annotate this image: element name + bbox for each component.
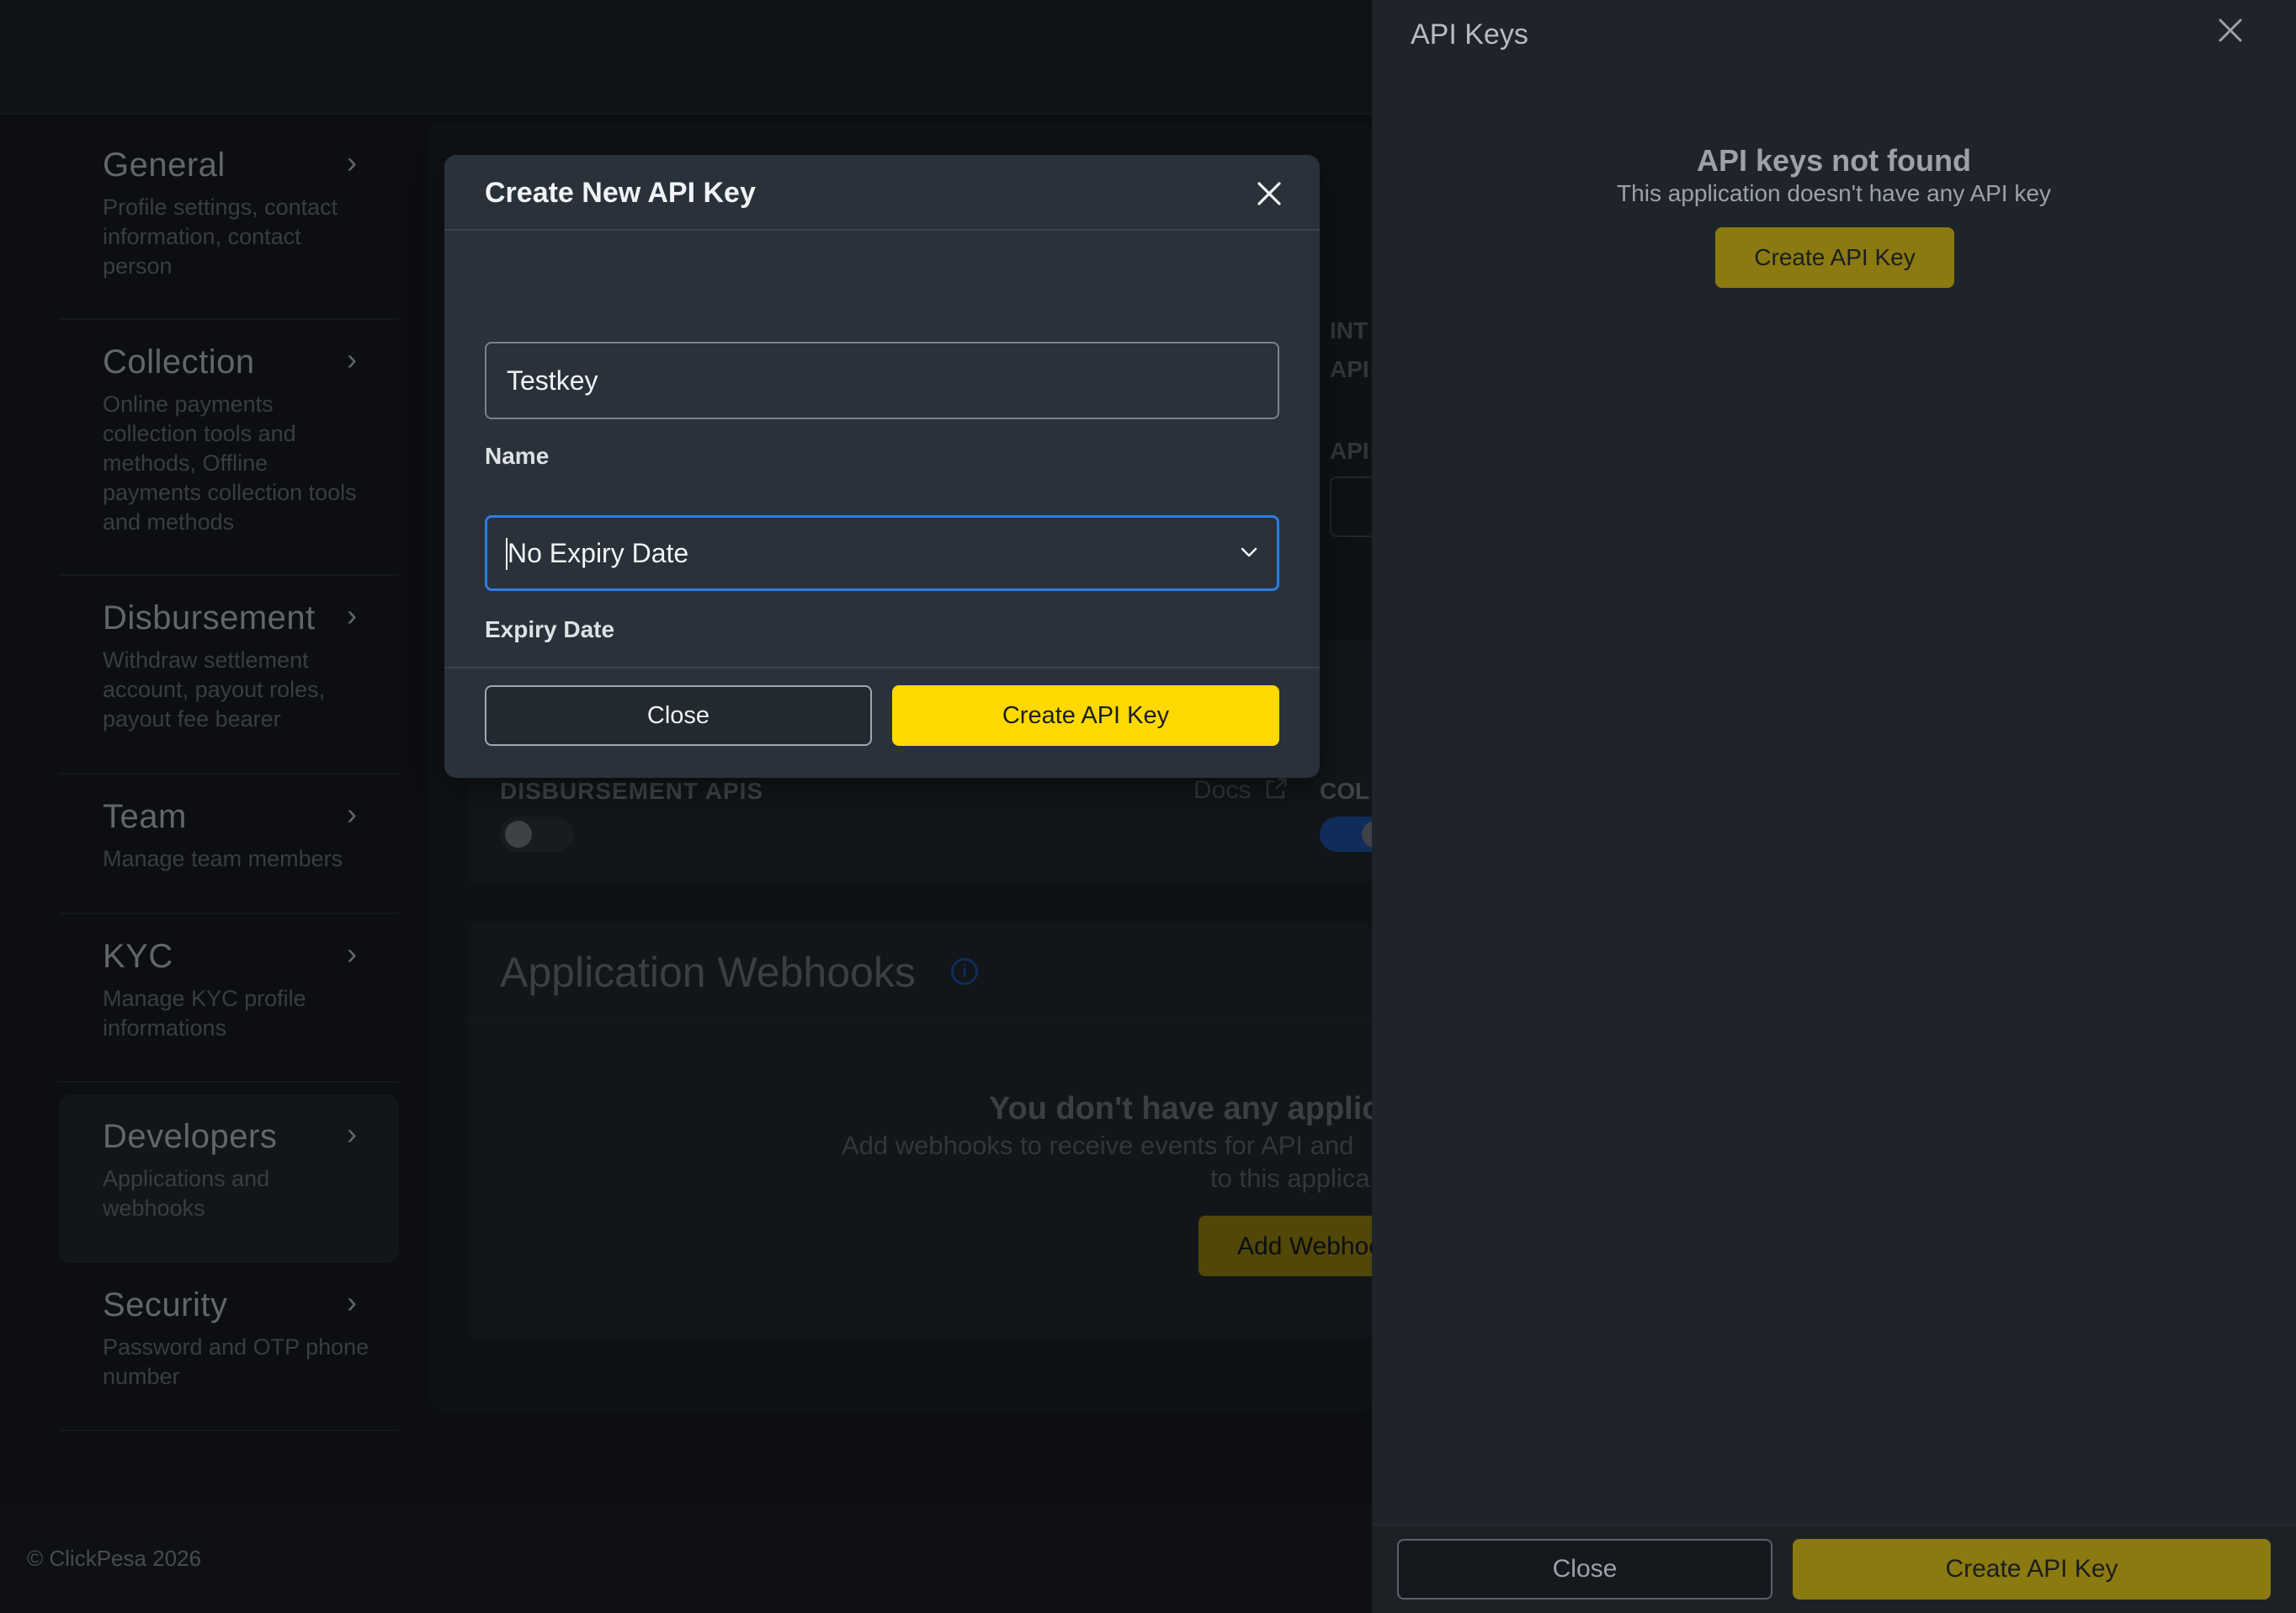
- api-keys-drawer: API Keys API keys not found This applica…: [1372, 0, 2296, 1613]
- divider: [444, 229, 1320, 231]
- create-api-key-button[interactable]: Create API Key: [892, 685, 1279, 746]
- name-label: Name: [485, 443, 550, 469]
- expiry-date-value: No Expiry Date: [508, 538, 689, 568]
- expiry-date-select[interactable]: No Expiry Date: [485, 515, 1279, 591]
- drawer-create-api-key-button[interactable]: Create API Key: [1715, 227, 1954, 288]
- close-icon[interactable]: [2214, 13, 2247, 47]
- close-icon[interactable]: [1254, 178, 1284, 209]
- chevron-down-icon: [1241, 547, 1257, 557]
- modal-title: Create New API Key: [485, 177, 756, 209]
- divider: [444, 667, 1320, 668]
- not-found-title: API keys not found: [1696, 143, 1972, 178]
- close-button[interactable]: Close: [485, 685, 872, 746]
- name-input[interactable]: [485, 342, 1279, 419]
- not-found-desc: This application doesn't have any API ke…: [1617, 180, 2051, 206]
- expiry-date-label: Expiry Date: [485, 616, 615, 642]
- create-api-key-modal: Create New API Key Name Expiry Date No E…: [444, 155, 1320, 778]
- drawer-title: API Keys: [1411, 19, 1528, 51]
- drawer-close-button[interactable]: Close: [1397, 1539, 1772, 1600]
- drawer-footer-create-button[interactable]: Create API Key: [1793, 1539, 2271, 1600]
